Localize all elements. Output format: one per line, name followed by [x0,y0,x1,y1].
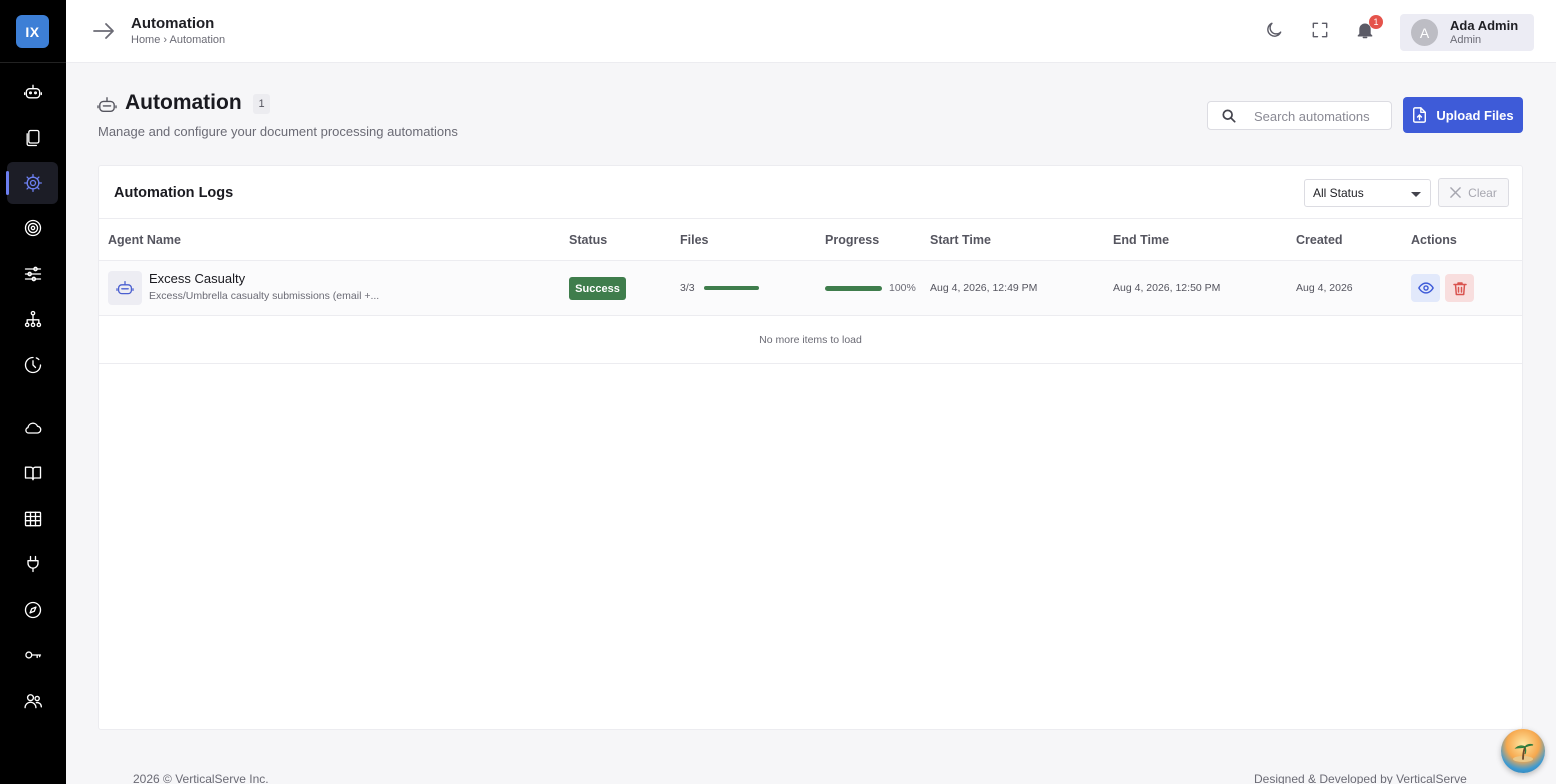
files-count: 3/3 [680,282,695,294]
avatar: A [1411,19,1438,46]
status-filter-select[interactable]: All Status [1304,179,1431,207]
sidebar-item-explore[interactable] [7,589,58,631]
progress-percent: 100% [889,282,916,294]
robot-icon [116,280,134,295]
automation-logs-card: Automation Logs All Status Clear Agent N… [98,165,1523,730]
column-header[interactable]: Created [1296,233,1343,247]
search-icon [1222,109,1236,123]
sidebar-item-agents[interactable] [7,71,58,113]
sliders-icon [24,266,41,282]
chevron-down-icon [1411,192,1421,197]
column-header[interactable]: Agent Name [108,233,181,247]
moon-icon [1267,22,1282,37]
column-header[interactable]: End Time [1113,233,1169,247]
robot-icon [23,84,42,99]
end-time: Aug 4, 2026, 12:50 PM [1113,282,1221,294]
sidebar: IX [0,0,66,784]
plug-icon [26,555,39,573]
sidebar-item-library[interactable] [7,452,58,494]
book-icon [24,466,41,481]
column-header[interactable]: Progress [825,233,879,247]
progress-bar [825,286,882,291]
delete-button[interactable] [1445,274,1474,302]
clear-label: Clear [1468,185,1497,200]
fullscreen-icon [1312,22,1328,38]
users-icon [23,694,42,709]
agent-avatar [108,271,142,305]
search-input[interactable] [1254,106,1390,126]
file-upload-icon [1413,107,1427,123]
header-title: Automation [131,15,215,32]
column-header[interactable]: Start Time [930,233,991,247]
user-menu[interactable]: A Ada Admin Admin [1400,14,1534,51]
trash-icon [1452,281,1467,295]
footer-credit[interactable]: Designed & Developed by VerticalServe [1254,772,1467,784]
page-subtitle: Manage and configure your document proce… [98,124,458,139]
user-role: Admin [1450,34,1482,46]
notification-badge: 1 [1369,15,1383,29]
user-name: Ada Admin [1450,18,1519,33]
sidebar-item-integrations[interactable] [7,543,58,585]
cloud-icon [24,422,41,434]
sidebar-item-workflows[interactable] [7,298,58,340]
breadcrumb[interactable]: Home › Automation [131,34,225,46]
sidebar-item-targets[interactable] [7,207,58,249]
sidebar-item-tables[interactable] [7,498,58,540]
progress-fill [825,286,882,291]
sidebar-item-documents[interactable] [7,117,58,159]
count-badge: 1 [253,94,270,114]
files-progress-bar [704,286,759,290]
view-button[interactable] [1411,274,1440,302]
column-header[interactable]: Files [680,233,709,247]
status-badge: Success [569,277,626,300]
status-filter-value: All Status [1313,186,1364,200]
history-clock-icon [24,356,41,374]
compass-icon [24,601,41,619]
sidebar-item-automation[interactable] [6,162,58,204]
start-time: Aug 4, 2026, 12:49 PM [930,282,1038,294]
footer-copyright: 2026 © VerticalServe Inc. [133,772,269,784]
end-of-list-message: No more items to load [99,316,1522,364]
sidebar-divider [0,62,66,63]
documents-icon [26,129,39,147]
column-header[interactable]: Status [569,233,607,247]
agent-description: Excess/Umbrella casualty submissions (em… [149,290,380,302]
sidebar-item-keys[interactable] [7,634,58,676]
back-button[interactable] [92,20,116,42]
fullscreen-button[interactable] [1310,20,1332,42]
page-title: Automation [125,91,242,114]
clear-button[interactable]: Clear [1438,178,1509,207]
key-icon [24,651,41,659]
sidebar-item-users[interactable] [7,680,58,722]
robot-icon [97,96,117,114]
gear-icon [23,174,42,192]
arrow-right-icon [93,23,114,39]
created-date: Aug 4, 2026 [1296,282,1353,294]
table-header: Agent Name Status Files Progress Start T… [99,218,1522,261]
search-box [1207,101,1392,130]
theme-toggle-button[interactable] [1264,20,1286,42]
upload-files-label: Upload Files [1436,107,1514,123]
column-header: Actions [1411,233,1457,247]
sidebar-item-history[interactable] [7,344,58,386]
target-icon [24,219,41,237]
files-progress-fill [704,286,759,290]
sidebar-item-cloud[interactable] [7,407,58,449]
table-icon [24,511,41,527]
island-icon [1513,743,1534,762]
table-row[interactable]: Excess Casualty Excess/Umbrella casualty… [99,261,1522,316]
card-title: Automation Logs [114,185,234,201]
app-logo[interactable]: IX [16,15,49,48]
upload-files-button[interactable]: Upload Files [1403,97,1523,133]
agent-name: Excess Casualty [149,271,246,286]
top-header: Automation Home › Automation [66,0,1556,63]
org-chart-icon [24,310,41,328]
sidebar-item-settings[interactable] [7,253,58,295]
eye-icon [1417,282,1434,294]
close-icon [1450,187,1461,198]
assistant-launcher-button[interactable] [1501,729,1545,773]
